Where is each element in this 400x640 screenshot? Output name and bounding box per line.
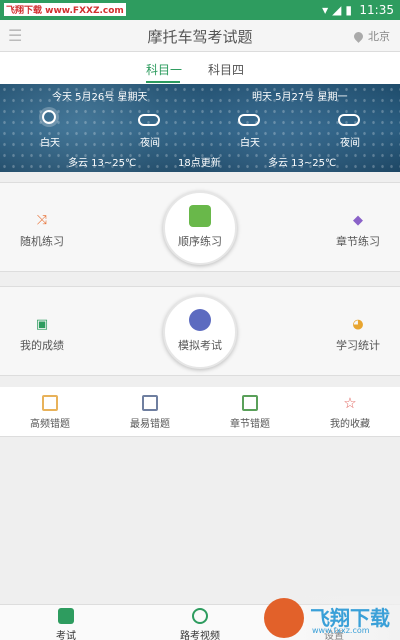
weather-today-summary: 多云 13~25℃ [68, 158, 137, 169]
layers-icon: ◆ [353, 213, 363, 228]
brand-url: www.fxxz.com [312, 626, 370, 635]
clipboard-icon [58, 608, 74, 624]
app-bar: ☰ 摩托车驾考试题 北京 [0, 20, 400, 52]
nav-exam-label: 考试 [56, 631, 76, 640]
weather-tomorrow-header: 明天 5月27号 星期一 [252, 92, 348, 103]
app-title: 摩托车驾考试题 [147, 28, 253, 46]
random-practice-button[interactable]: ⤨ 随机练习 [18, 213, 66, 249]
cloud-rain-night-icon [338, 114, 360, 126]
study-stats-button[interactable]: ◕ 学习统计 [334, 317, 382, 353]
watermark-text: 飞翔下载 www.FXXZ.com [4, 3, 126, 16]
tab-indicator [146, 81, 180, 83]
tab-subject-four[interactable]: 科目四 [208, 61, 244, 78]
quick-links: 高频错题 最易错题 章节错题 ☆ 我的收藏 [0, 387, 400, 437]
weather-today-day-label: 白天 [40, 138, 60, 149]
random-practice-label: 随机练习 [20, 235, 64, 248]
nav-road-video-label: 路考视频 [180, 631, 220, 640]
clock-icon [189, 309, 211, 331]
study-stats-label: 学习统计 [336, 339, 380, 352]
chapter-practice-label: 章节练习 [336, 235, 380, 248]
weather-today-header: 今天 5月26号 星期天 [52, 92, 148, 103]
nav-exam[interactable]: 考试 [16, 608, 116, 640]
mock-exam-label: 模拟考试 [178, 339, 222, 352]
chapter-wrong-button[interactable]: 章节错题 [210, 395, 290, 430]
location-label: 北京 [368, 30, 390, 43]
weather-tomorrow-summary: 多云 13~25℃ [268, 158, 337, 169]
location-pin-icon [352, 30, 365, 43]
my-score-label: 我的成绩 [20, 339, 64, 352]
star-icon: ☆ [343, 394, 357, 412]
sequential-practice-button[interactable]: 顺序练习 [163, 191, 237, 265]
cloud-night-icon [138, 114, 160, 126]
frequent-wrong-label: 高频错题 [30, 419, 70, 430]
easy-wrong-button[interactable]: 最易错题 [110, 395, 190, 430]
weather-update-time: 18点更新 [178, 158, 221, 169]
easy-wrong-label: 最易错题 [130, 419, 170, 430]
tab-subject-one[interactable]: 科目一 [146, 61, 182, 78]
weather-tomorrow-day-label: 白天 [240, 138, 260, 149]
frequent-wrong-button[interactable]: 高频错题 [10, 395, 90, 430]
score-icon: ▣ [35, 317, 49, 332]
document-icon [189, 205, 211, 227]
my-favorites-button[interactable]: ☆ 我的收藏 [310, 395, 390, 430]
calendar-icon [42, 395, 58, 411]
chapter-practice-button[interactable]: ◆ 章节练习 [334, 213, 382, 249]
weather-today-night-label: 夜间 [140, 138, 160, 149]
chapter-wrong-label: 章节错题 [230, 419, 270, 430]
practice-panel: ⤨ 随机练习 顺序练习 ◆ 章节练习 [0, 182, 400, 272]
status-bar: 飞翔下载 www.FXXZ.com ▾◢▮ 11:35 [0, 0, 400, 20]
shuffle-icon: ⤨ [36, 213, 48, 228]
my-score-button[interactable]: ▣ 我的成绩 [18, 317, 66, 353]
brand-watermark: 飞翔下载 www.fxxz.com [260, 596, 400, 640]
cloud-icon [238, 114, 260, 126]
brand-logo-icon [264, 598, 304, 638]
video-icon [192, 608, 208, 624]
mock-exam-button[interactable]: 模拟考试 [163, 295, 237, 369]
pie-chart-icon: ◕ [352, 317, 364, 332]
status-icons: ▾◢▮ [322, 3, 356, 17]
sequential-practice-label: 顺序练习 [178, 235, 222, 248]
nav-road-video[interactable]: 路考视频 [150, 608, 250, 640]
subject-tabs: 科目一 科目四 [0, 52, 400, 84]
exam-panel: ▣ 我的成绩 模拟考试 ◕ 学习统计 [0, 286, 400, 376]
status-time: 11:35 [359, 3, 394, 17]
weather-tomorrow-night-label: 夜间 [340, 138, 360, 149]
location-button[interactable]: 北京 [352, 28, 390, 44]
calendar-check-icon [242, 395, 258, 411]
weather-banner: 今天 5月26号 星期天 明天 5月27号 星期一 白天 夜间 白天 夜间 多云… [0, 84, 400, 172]
book-icon [142, 395, 158, 411]
sun-icon [42, 110, 56, 124]
my-favorites-label: 我的收藏 [330, 419, 370, 430]
